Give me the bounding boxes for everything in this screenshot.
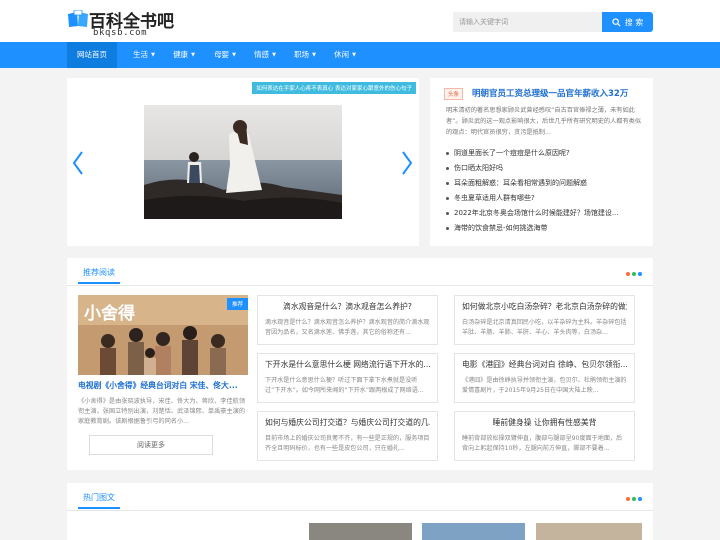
nav-label: 健康 (173, 50, 189, 59)
card-title[interactable]: 如何与婚庆公司打交道？与婚庆公司打交道的几... (265, 417, 430, 428)
main-nav: 网站首页 生活 ▼ 健康 ▼ 母婴 ▼ 情感 ▼ 职场 ▼ 休闲 ▼ (0, 42, 720, 68)
card-desc: 《港囧》是由徐峥执导并领衔主演，包贝尔、杜鹃领衔主演的爱情喜剧片，于2015年9… (462, 377, 627, 394)
card-title[interactable]: 下开水是什么意思什么梗 网络流行语下开水的... (265, 359, 430, 370)
dot-icon (632, 497, 636, 501)
caret-down-icon: ▼ (312, 52, 316, 58)
nav-item-career[interactable]: 职场 ▼ (285, 42, 325, 68)
nav-item-leisure[interactable]: 休闲 ▼ (325, 42, 365, 68)
article-card[interactable]: 电影《港囧》经典台词对白 徐峥、包贝尔领衔... 《港囧》是由徐峥执导并领衔主演… (454, 353, 635, 403)
caret-down-icon: ▼ (151, 52, 155, 58)
recommend-badge: 推荐 (226, 298, 248, 310)
nav-label: 情感 (254, 50, 270, 59)
section-title[interactable]: 推荐阅读 (78, 267, 120, 284)
nav-item-life[interactable]: 生活 ▼ (124, 42, 164, 68)
article-card[interactable]: 滴水观音是什么？滴水观音怎么养护? 滴水观音是什么？滴水观音怎么养护？滴水观音的… (257, 295, 438, 345)
news-list-item[interactable]: 海带的饮食禁忌-如何挑选海带 (446, 221, 646, 236)
nav-label: 母婴 (214, 50, 230, 59)
logo-domain: bkqsb.com (93, 28, 148, 38)
image-slider: 如何表达在乎家人心疼不表真心 表达对家家心跟意外的伤心句子 (67, 78, 419, 246)
featured-article[interactable]: 小舍得 推荐 电视剧《小舍得》经典台词对白 宋佳、佟大... 《小舍得》是由张晓… (78, 295, 248, 427)
site-logo[interactable]: 百科全书吧 bkqsb.com (67, 4, 177, 38)
news-list-item[interactable]: 耳朵面粗解惑：耳朵看相常遇到的问题解惑 (446, 176, 646, 191)
section-header: 推荐阅读 (67, 258, 653, 286)
slide-caption[interactable]: 如何表达在乎家人心疼不表真心 表达对家家心跟意外的伤心句子 (252, 82, 416, 94)
news-list-item[interactable]: 2022年北京冬奥会场馆什么时候能建好？场馆建设... (446, 206, 646, 221)
news-list: 阴道里面长了一个痘痘是什么原因呢? 伤口晒太阳好吗 耳朵面粗解惑：耳朵看相常遇到… (446, 146, 646, 236)
chevron-left-icon[interactable] (71, 150, 85, 176)
article-card[interactable]: 如何做北京小吃白汤杂碎？老北京白汤杂碎的做法 白汤杂碎是北京清真回民小吃，以羊杂… (454, 295, 635, 345)
news-list-item[interactable]: 伤口晒太阳好吗 (446, 161, 646, 176)
hot-thumbnail[interactable] (536, 523, 642, 540)
card-desc: 目前市场上的婚庆公司良莠不齐，有一些是正规的，服务项目齐全且明码标价，也有一些是… (265, 435, 430, 452)
section-title[interactable]: 热门图文 (78, 492, 120, 509)
search-input[interactable]: 请输入关键字词 (453, 12, 603, 32)
news-list-item[interactable]: 阴道里面长了一个痘痘是什么原因呢? (446, 146, 646, 161)
card-desc: 下开水是什么意思什么梗？听过下面下拿下水煮就是没听过“下开水”。如今网所来闻的“… (265, 377, 424, 394)
book-icon (68, 10, 88, 27)
dot-icon (638, 272, 642, 276)
search-button[interactable]: 搜 索 (602, 12, 653, 32)
nav-item-health[interactable]: 健康 ▼ (164, 42, 204, 68)
article-card[interactable]: 睡前健身操 让你拥有性感美背 睡前背部放松操双臂伸直，腹部与腿部呈90度面于地面… (454, 411, 635, 461)
search-button-label: 搜 索 (624, 17, 644, 27)
site-header: 百科全书吧 bkqsb.com 请输入关键字词 搜 索 (0, 0, 720, 42)
news-list-item[interactable]: 冬虫夏草适用人群有哪些? (446, 191, 646, 206)
read-more-button[interactable]: 阅读更多 (89, 435, 213, 455)
nav-label: 休闲 (334, 50, 350, 59)
hot-section: 热门图文 (67, 483, 653, 540)
nav-label: 职场 (294, 50, 310, 59)
dot-icon (626, 497, 630, 501)
nav-item-home[interactable]: 网站首页 (67, 42, 117, 68)
caret-down-icon: ▼ (352, 52, 356, 58)
decorative-dots (626, 272, 642, 276)
hot-thumbnail[interactable] (422, 523, 525, 540)
article-card[interactable]: 下开水是什么意思什么梗 网络流行语下开水的... 下开水是什么意思什么梗？听过下… (257, 353, 438, 403)
headline-tag: 头条 (444, 88, 464, 100)
card-desc: 白汤杂碎是北京清真回民小吃，以羊杂碎为主料。羊杂碎包括羊肚、羊肠、羊肺、羊肝、羊… (462, 319, 627, 336)
decorative-dots (626, 497, 642, 501)
slide-image[interactable] (144, 105, 342, 219)
dot-icon (626, 272, 630, 276)
caret-down-icon: ▼ (191, 52, 195, 58)
headline-summary: 明末清初的著名思想家顾炎武曾经感叹“自古百官俸禄之薄，未有如此者”。顾炎武的这一… (446, 107, 642, 136)
nav-item-emotion[interactable]: 情感 ▼ (245, 42, 285, 68)
chevron-right-icon[interactable] (400, 150, 414, 176)
headline-title[interactable]: 明朝官员工资总理级一品官年薪收入32万 (472, 87, 628, 99)
search-icon (612, 17, 621, 27)
nav-label: 网站首页 (77, 50, 107, 59)
card-title[interactable]: 睡前健身操 让你拥有性感美背 (462, 417, 627, 428)
card-title[interactable]: 电影《港囧》经典台词对白 徐峥、包贝尔领衔... (462, 359, 627, 370)
featured-image[interactable]: 小舍得 推荐 (78, 295, 248, 375)
recommended-section: 推荐阅读 小舍得 推荐 电视剧《小舍得》经典台词对白 宋佳、佟大... 《小舍得… (67, 258, 653, 470)
headline-news: 头条 明朝官员工资总理级一品官年薪收入32万 明末清初的著名思想家顾炎武曾经感叹… (430, 78, 653, 246)
featured-image-text: 小舍得 (84, 304, 135, 324)
featured-desc: 《小舍得》是由张晓波执导，宋佳、佟大为、蒋欣、李佳航领衔主演，张国立特别出演，刘… (78, 398, 246, 425)
dot-icon (638, 497, 642, 501)
dot-icon (632, 272, 636, 276)
card-title[interactable]: 如何做北京小吃白汤杂碎？老北京白汤杂碎的做法 (462, 301, 627, 312)
hot-thumbnail[interactable] (309, 523, 412, 540)
article-card[interactable]: 如何与婚庆公司打交道？与婚庆公司打交道的几... 目前市场上的婚庆公司良莠不齐，… (257, 411, 438, 461)
card-desc: 滴水观音是什么？滴水观音怎么养护？滴水观音的简介滴水观音因为品名，又名滴水莲、佛… (265, 319, 430, 336)
section-header: 热门图文 (67, 483, 653, 511)
card-desc: 睡前背部放松操双臂伸直，腹部与腿部呈90度面于地面，后背向上躬起保持10秒，左腿… (462, 435, 623, 452)
nav-label: 生活 (133, 50, 149, 59)
caret-down-icon: ▼ (232, 52, 236, 58)
featured-title[interactable]: 电视剧《小舍得》经典台词对白 宋佳、佟大... (78, 380, 248, 391)
nav-item-baby[interactable]: 母婴 ▼ (205, 42, 245, 68)
card-title[interactable]: 滴水观音是什么？滴水观音怎么养护? (265, 301, 430, 312)
caret-down-icon: ▼ (272, 52, 276, 58)
